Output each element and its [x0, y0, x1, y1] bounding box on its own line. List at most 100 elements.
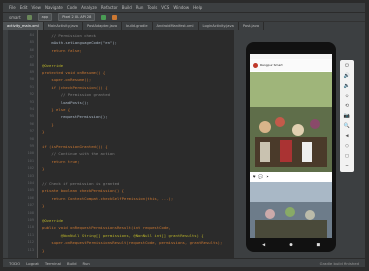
menu-item-run[interactable]: Run	[136, 5, 144, 10]
code-line: }	[42, 247, 45, 253]
line-number: 98	[29, 136, 34, 141]
avatar[interactable]	[253, 62, 258, 68]
tab-6[interactable]: Post.java	[239, 22, 265, 30]
code-line: if (isPermissionGranted()) {	[42, 144, 108, 149]
line-number: 95	[29, 114, 34, 119]
menu-item-window[interactable]: Window	[173, 5, 189, 10]
debug-icon[interactable]	[112, 14, 118, 20]
toolbar: smart app Pixel 2 XL API 28	[3, 12, 365, 21]
line-number: 111	[27, 232, 35, 237]
emulator-toolbar: ⏻ 🔊 🔉 ◇ ⟲ 📷 🔍 ◀ ○ □ ⋯	[340, 60, 354, 172]
emulator-tool-icon[interactable]: ⟲	[345, 103, 349, 109]
like-icon[interactable]: ♥	[253, 174, 255, 179]
build-icon[interactable]	[26, 14, 32, 20]
tab-2[interactable]: PostAdapter.java	[83, 22, 123, 30]
project-name[interactable]: smart	[9, 15, 21, 20]
line-number-gutter: 84 85 86 87 88 89 90 91 92 93 94 95 96 97 98 99 100 101 10…	[8, 30, 38, 258]
code-line: if (checkPermission()) {	[42, 84, 108, 90]
home-icon[interactable]: ●	[289, 242, 292, 248]
menu-item-build[interactable]: Build	[122, 5, 132, 10]
share-icon[interactable]: ➤	[266, 174, 268, 179]
code-line: super.onRequestPermissionsResult(request…	[42, 240, 223, 246]
emulator-tool-icon[interactable]: ⏻	[345, 63, 349, 69]
menu-item-refactor[interactable]: Refactor	[101, 5, 118, 10]
code-editor[interactable]: // Permission check mAuth.setLanguageCod…	[38, 30, 234, 258]
tab-4[interactable]: AndroidManifest.xml	[153, 22, 199, 30]
code-line: requestPermission();	[42, 114, 108, 120]
code-line: @Override	[42, 218, 64, 223]
code-line: loadPosts();	[42, 99, 89, 105]
tool-window-terminal[interactable]: Terminal	[45, 261, 61, 266]
code-line: @Override	[42, 62, 64, 68]
tool-window-todo[interactable]: TODO	[9, 261, 20, 266]
line-number: 97	[29, 129, 34, 134]
code-line: // Check if permission is granted	[42, 181, 120, 186]
phone-screen[interactable]: Rangpur Smart ♥ 💬 ➤	[250, 54, 332, 238]
emulator-tool-icon[interactable]: ⋯	[345, 163, 348, 169]
emulator-tool-icon[interactable]: 🔍	[344, 123, 350, 129]
code-line: return ContextCompat.checkSelfPermission…	[42, 195, 174, 201]
line-number: 96	[29, 121, 34, 126]
comment-icon[interactable]: 💬	[258, 174, 263, 179]
line-number: 87	[29, 55, 34, 60]
post-photo-2[interactable]	[250, 182, 332, 238]
code-line: @NonNull String[] permissions, @NonNull …	[42, 232, 204, 238]
tool-window-run[interactable]: Run	[83, 261, 90, 266]
code-line: return false;	[42, 47, 82, 53]
tool-window-list: TODO Logcat Terminal Build Run	[9, 261, 90, 266]
emulator-tool-icon[interactable]: ◀	[345, 133, 348, 139]
phone-nav-bar: ◀ ● ■	[250, 240, 332, 249]
menu-item-view[interactable]: View	[31, 5, 41, 10]
tab-5[interactable]: LoginActivity.java	[199, 22, 239, 30]
line-number: 113	[27, 247, 35, 252]
back-icon[interactable]: ◀	[262, 242, 265, 248]
emulator-tool-icon[interactable]: 🔉	[344, 83, 350, 89]
post-photo[interactable]	[250, 72, 332, 172]
recents-icon[interactable]: ■	[317, 242, 320, 248]
line-number: 84	[29, 33, 34, 37]
line-number: 108	[27, 210, 35, 215]
code-line: return true;	[42, 158, 80, 164]
line-number: 100	[27, 151, 35, 156]
line-number: 93	[29, 99, 34, 104]
menu-item-edit[interactable]: Edit	[20, 5, 28, 10]
code-line: mAuth.setLanguageCode("en");	[42, 40, 117, 46]
tool-window-logcat[interactable]: Logcat	[26, 261, 39, 266]
post-header: Rangpur Smart	[250, 59, 332, 71]
menu-bar: File Edit View Navigate Code Analyze Refactor B…	[3, 3, 365, 12]
emulator-tool-icon[interactable]: ○	[345, 143, 348, 149]
line-number: 85	[29, 40, 34, 45]
ide-window: File Edit View Navigate Code Analyze Refactor B…	[3, 3, 365, 267]
line-number: 110	[27, 225, 35, 230]
tab-3[interactable]: build.gradle	[122, 22, 153, 30]
line-number: 107	[27, 203, 35, 208]
run-config-select[interactable]: app	[37, 13, 53, 21]
line-number: 101	[27, 158, 35, 163]
device-select[interactable]: Pixel 2 XL API 28	[58, 13, 96, 21]
line-number: 102	[27, 166, 35, 171]
menu-item-tools[interactable]: Tools	[147, 5, 157, 10]
line-number: 109	[27, 218, 35, 222]
tool-window-build[interactable]: Build	[67, 261, 77, 266]
line-number: 94	[29, 107, 34, 111]
tab-0[interactable]: activity_main.xml	[3, 22, 44, 30]
menu-item-analyze[interactable]: Analyze	[81, 5, 97, 10]
menu-item-code[interactable]: Code	[67, 5, 77, 10]
tab-1[interactable]: MainActivity.java	[44, 22, 83, 30]
menu-item-file[interactable]: File	[9, 5, 16, 10]
menu-item-help[interactable]: Help	[193, 5, 202, 10]
line-number: 104	[27, 181, 35, 185]
line-number: 89	[29, 70, 34, 74]
code-line: // Continue with the action	[42, 151, 115, 157]
emulator-tool-icon[interactable]: □	[345, 153, 348, 159]
bottom-tool-bar: TODO Logcat Terminal Build Run Gradle build …	[3, 258, 365, 267]
menu-item-vcs[interactable]: VCS	[161, 5, 169, 10]
emulator-tool-icon[interactable]: 🔊	[344, 73, 350, 79]
emulator-tool-icon[interactable]: 📷	[344, 113, 350, 119]
emulator-tool-icon[interactable]: ◇	[345, 93, 348, 99]
editor-tabs: activity_main.xml MainActivity.java PostAd…	[3, 21, 365, 30]
post-author[interactable]: Rangpur Smart	[260, 63, 283, 67]
run-icon[interactable]	[101, 14, 107, 20]
line-number: 86	[29, 47, 34, 52]
menu-item-navigate[interactable]: Navigate	[45, 5, 63, 10]
